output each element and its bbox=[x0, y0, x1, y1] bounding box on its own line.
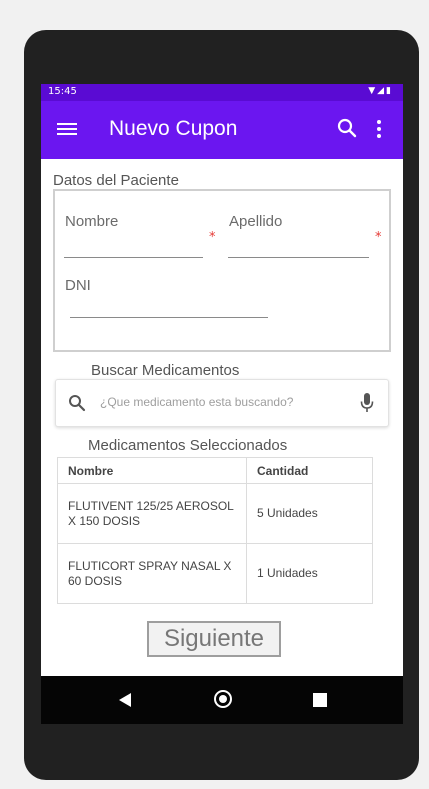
dni-label: DNI bbox=[65, 277, 91, 294]
microphone-icon[interactable] bbox=[360, 392, 374, 414]
medication-quantity: 5 Unidades bbox=[246, 483, 373, 544]
nombre-required-marker: * bbox=[209, 230, 216, 245]
status-icons: ▼◢▮ bbox=[368, 86, 393, 96]
table-row[interactable]: FLUTIVENT 125/25 AEROSOL X 150 DOSIS 5 U… bbox=[57, 483, 373, 544]
table-row[interactable]: FLUTICORT SPRAY NASAL X 60 DOSIS 1 Unida… bbox=[57, 543, 373, 604]
search-section-title: Buscar Medicamentos bbox=[91, 362, 240, 379]
app-title: Nuevo Cupon bbox=[109, 117, 238, 140]
patient-section-title: Datos del Paciente bbox=[53, 172, 179, 189]
table-header-row: Nombre Cantidad bbox=[57, 457, 373, 484]
status-time: 15:45 bbox=[48, 86, 77, 97]
medication-search-input[interactable]: ¿Que medicamento esta buscando? bbox=[55, 379, 389, 427]
nombre-field[interactable] bbox=[64, 257, 203, 258]
column-header-nombre: Nombre bbox=[57, 457, 247, 484]
medication-name: FLUTIVENT 125/25 AEROSOL X 150 DOSIS bbox=[57, 483, 247, 544]
column-header-cantidad: Cantidad bbox=[246, 457, 373, 484]
recents-icon[interactable] bbox=[313, 693, 327, 707]
search-icon[interactable] bbox=[336, 117, 358, 139]
android-nav-bar bbox=[41, 676, 403, 724]
apellido-required-marker: * bbox=[375, 230, 382, 245]
app-bar: Nuevo Cupon bbox=[41, 101, 403, 159]
wifi-icon: ▼ bbox=[368, 86, 378, 96]
medication-name: FLUTICORT SPRAY NASAL X 60 DOSIS bbox=[57, 543, 247, 604]
search-icon bbox=[68, 394, 86, 412]
back-icon[interactable] bbox=[119, 693, 131, 707]
selected-section-title: Medicamentos Seleccionados bbox=[88, 437, 288, 454]
search-placeholder: ¿Que medicamento esta buscando? bbox=[100, 395, 294, 409]
battery-icon: ▮ bbox=[386, 86, 393, 96]
more-vert-icon[interactable] bbox=[371, 117, 387, 139]
apellido-field[interactable] bbox=[228, 257, 369, 258]
selected-medications-table: Nombre Cantidad FLUTIVENT 125/25 AEROSOL… bbox=[57, 457, 373, 604]
nombre-label: Nombre bbox=[65, 213, 119, 230]
patient-form: Nombre * Apellido * DNI bbox=[53, 189, 391, 352]
signal-icon: ◢ bbox=[377, 86, 387, 96]
menu-icon[interactable] bbox=[57, 120, 77, 140]
status-bar: 15:45 ▼◢▮ bbox=[41, 84, 403, 101]
dni-field[interactable] bbox=[70, 317, 268, 318]
medication-quantity: 1 Unidades bbox=[246, 543, 373, 604]
app-screen: 15:45 ▼◢▮ Nuevo Cupon Datos del Paciente… bbox=[41, 84, 403, 724]
next-button[interactable]: Siguiente bbox=[147, 621, 281, 657]
home-icon[interactable] bbox=[214, 690, 232, 708]
apellido-label: Apellido bbox=[229, 213, 283, 230]
